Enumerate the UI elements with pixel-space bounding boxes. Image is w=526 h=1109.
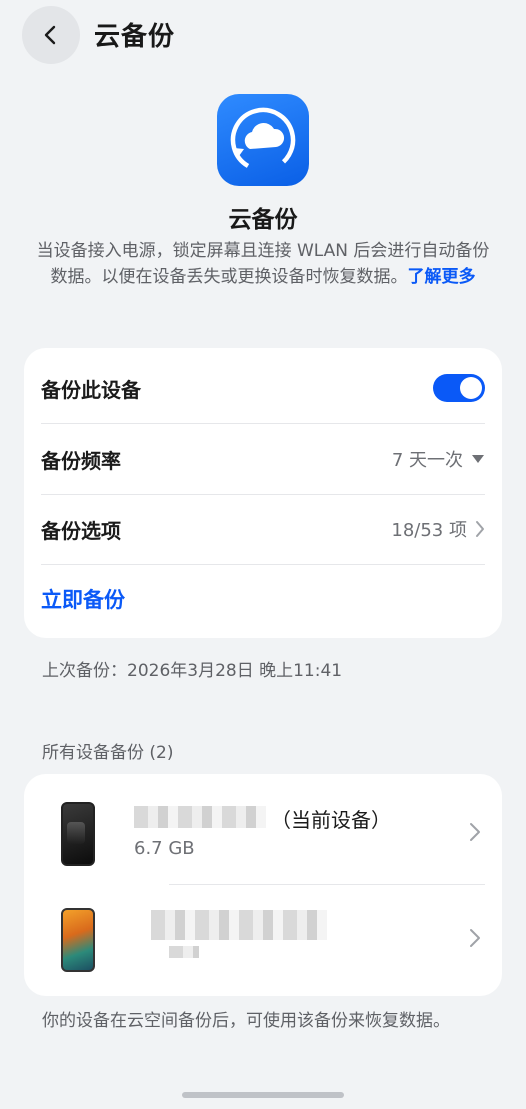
top-bar: 云备份 xyxy=(0,0,526,72)
cloud-backup-icon xyxy=(217,94,309,186)
backup-frequency-label: 备份频率 xyxy=(41,448,121,473)
redacted-device-size xyxy=(169,946,199,958)
backup-now-row[interactable]: 立即备份 xyxy=(41,564,485,634)
learn-more-link[interactable]: 了解更多 xyxy=(408,267,476,287)
redacted-device-name xyxy=(134,806,266,828)
devices-card: （当前设备） 6.7 GB xyxy=(24,774,502,996)
phone-color-icon xyxy=(61,908,95,972)
back-button[interactable] xyxy=(22,6,80,64)
redacted-device-name xyxy=(151,910,327,940)
app-name: 云备份 xyxy=(228,207,298,233)
chevron-right-icon xyxy=(476,521,484,537)
device-row-other[interactable] xyxy=(41,884,485,994)
phone-dark-icon xyxy=(61,802,95,866)
page-title: 云备份 xyxy=(94,22,176,52)
backup-options-value: 18/53 项 xyxy=(391,520,467,541)
chevron-right-icon xyxy=(470,823,480,841)
current-device-tag: （当前设备） xyxy=(271,808,391,832)
device-size: 6.7 GB xyxy=(134,838,195,859)
device-row-current[interactable]: （当前设备） 6.7 GB xyxy=(41,776,485,886)
backup-options-row[interactable]: 备份选项 18/53 项 xyxy=(41,494,485,564)
backup-frequency-value: 7 天一次 xyxy=(391,450,463,471)
backup-frequency-row[interactable]: 备份频率 7 天一次 xyxy=(41,424,485,494)
backup-device-toggle[interactable] xyxy=(433,374,485,402)
chevron-right-icon xyxy=(470,929,480,947)
chevron-left-icon xyxy=(44,25,56,45)
backup-now-button[interactable]: 立即备份 xyxy=(41,584,125,614)
home-indicator[interactable] xyxy=(182,1092,344,1098)
backup-device-label: 备份此设备 xyxy=(41,377,141,402)
devices-section-label: 所有设备备份 (2) xyxy=(42,743,174,763)
description: 当设备接入电源，锁定屏幕且连接 WLAN 后会进行自动备份数据。以便在设备丢失或… xyxy=(36,238,490,290)
backup-settings-card: 备份此设备 备份频率 7 天一次 备份选项 18/53 项 立即备份 xyxy=(24,348,502,638)
toggle-knob xyxy=(460,377,482,399)
footer-note: 你的设备在云空间备份后，可使用该备份来恢复数据。 xyxy=(42,1011,450,1031)
last-backup-time: 上次备份：2026年3月28日 晚上11:41 xyxy=(42,661,343,681)
dropdown-triangle-icon xyxy=(472,455,484,463)
backup-device-row[interactable]: 备份此设备 xyxy=(41,353,485,423)
backup-options-label: 备份选项 xyxy=(41,518,121,543)
